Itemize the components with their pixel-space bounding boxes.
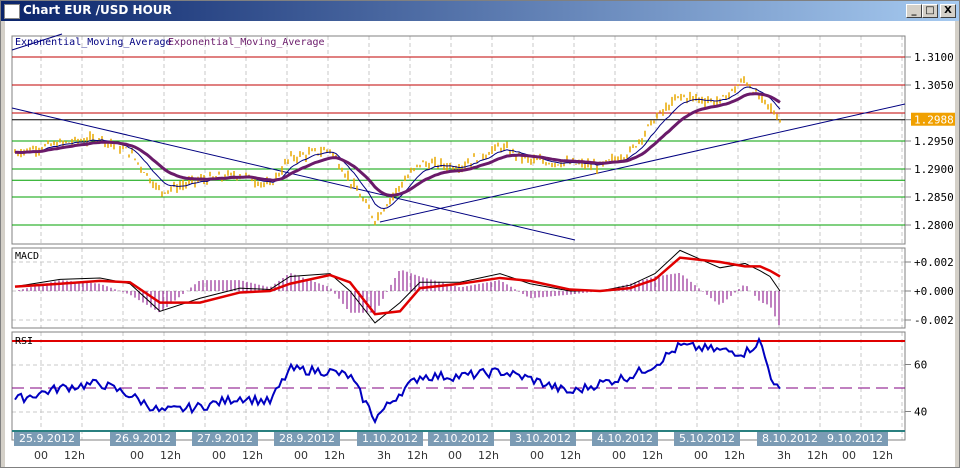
price-tick-label: 1.3100 xyxy=(914,51,954,64)
hour-label: 00 xyxy=(694,449,708,462)
ema-legend-fast: Exponential_Moving_Average xyxy=(15,37,172,48)
hour-label: 12h xyxy=(724,449,745,462)
chart-canvas[interactable]: Exponential_Moving_Average Exponential_M… xyxy=(0,0,960,468)
rsi-line xyxy=(14,336,781,425)
price-tick-label: 1.3050 xyxy=(914,79,954,92)
price-tick-label: 1.2900 xyxy=(914,163,954,176)
rsi-label: RSI xyxy=(15,336,33,347)
date-label: 1.10.2012 xyxy=(357,432,423,446)
macd-label: MACD xyxy=(15,251,39,262)
hour-label: 12h xyxy=(407,449,428,462)
hour-label: 12h xyxy=(642,449,663,462)
trend-line xyxy=(379,103,906,223)
hour-label: 12h xyxy=(560,449,581,462)
hour-label: 00 xyxy=(448,449,462,462)
rsi-tick-label: 60 xyxy=(914,359,927,372)
date-label: 8.10.2012 xyxy=(757,432,823,446)
rsi-tick-label: 40 xyxy=(914,406,927,419)
date-label: 28.9.2012 xyxy=(274,432,340,446)
date-label: 25.9.2012 xyxy=(14,432,80,446)
hour-label: 12h xyxy=(242,449,263,462)
hour-label: 00 xyxy=(612,449,626,462)
hour-label: 3h xyxy=(377,449,391,462)
trend-line xyxy=(11,107,576,241)
hour-label: 12h xyxy=(807,449,828,462)
hour-label: 12h xyxy=(64,449,85,462)
macd-tick-label: -0.002 xyxy=(914,314,954,327)
hour-label: 00 xyxy=(842,449,856,462)
price-tick-label: 1.2950 xyxy=(914,135,954,148)
date-label: 26.9.2012 xyxy=(110,432,176,446)
ema-legend-slow: Exponential_Moving_Average xyxy=(168,37,325,48)
hour-label: 12h xyxy=(324,449,345,462)
macd-tick-label: +0.002 xyxy=(914,256,954,269)
date-label: 5.10.2012 xyxy=(674,432,740,446)
rsi-panel xyxy=(11,331,906,441)
date-label: 4.10.2012 xyxy=(592,432,658,446)
hour-label: 3h xyxy=(777,449,791,462)
hour-label: 00 xyxy=(34,449,48,462)
hour-label: 00 xyxy=(130,449,144,462)
price-tick-label: 1.2800 xyxy=(914,219,954,232)
date-label: 9.10.2012 xyxy=(822,432,888,446)
hour-label: 12h xyxy=(872,449,893,462)
hour-label: 12h xyxy=(478,449,499,462)
hour-label: 00 xyxy=(212,449,226,462)
date-label: 3.10.2012 xyxy=(510,432,576,446)
hour-label: 00 xyxy=(294,449,308,462)
price-tick-label: 1.2850 xyxy=(914,191,954,204)
hour-label: 00 xyxy=(530,449,544,462)
macd-signal-line xyxy=(14,256,781,316)
macd-tick-label: +0.000 xyxy=(914,285,954,298)
last-price-label: 1.2988 xyxy=(914,114,954,127)
hour-label: 12h xyxy=(160,449,181,462)
date-label: 27.9.2012 xyxy=(192,432,258,446)
date-label: 2.10.2012 xyxy=(428,432,494,446)
